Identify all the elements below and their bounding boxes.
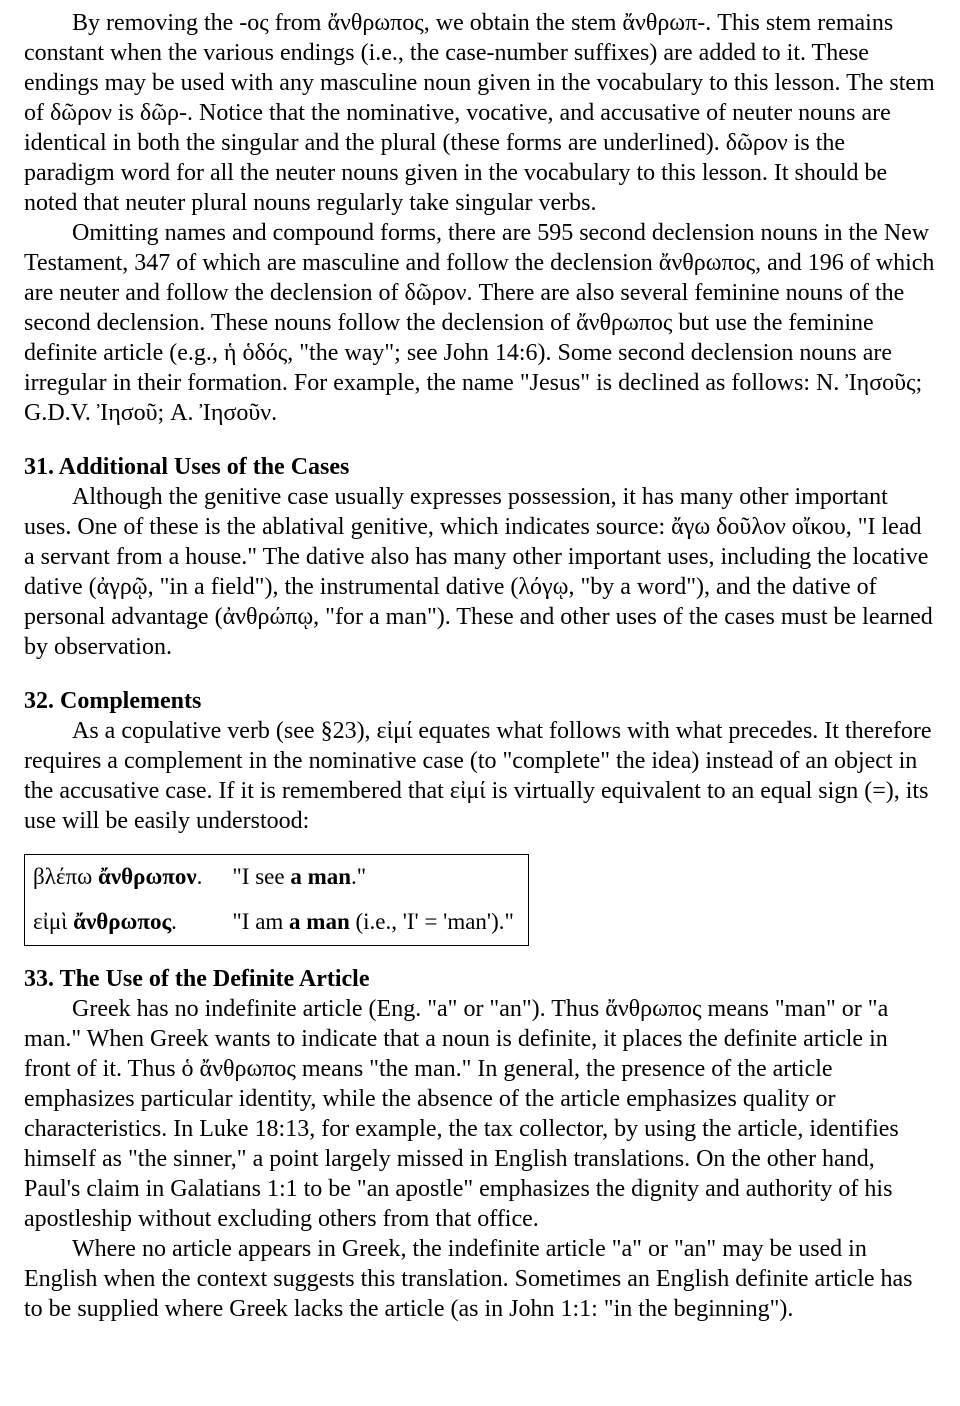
- example-english: "I am a man (i.e., 'I' = 'man').": [224, 900, 528, 945]
- section-31-body: Although the genitive case usually expre…: [24, 482, 936, 662]
- english-bold: a man: [290, 864, 351, 889]
- table-row: βλέπω ἄνθρωπον. "I see a man.": [25, 855, 529, 900]
- example-greek: βλέπω ἄνθρωπον.: [25, 855, 225, 900]
- section-32-heading: 32. Complements: [24, 686, 936, 716]
- greek-text: .: [197, 864, 203, 889]
- english-bold: a man: [289, 909, 350, 934]
- english-text: .": [351, 864, 366, 889]
- section-33-body-2: Where no article appears in Greek, the i…: [24, 1234, 936, 1324]
- greek-text: εἰμὶ: [33, 909, 73, 934]
- greek-text: βλέπω: [33, 864, 98, 889]
- example-english: "I see a man.": [224, 855, 528, 900]
- section-31-heading: 31. Additional Uses of the Cases: [24, 452, 936, 482]
- intro-paragraph-2: Omitting names and compound forms, there…: [24, 218, 936, 428]
- greek-text: .: [171, 909, 177, 934]
- example-greek: εἰμὶ ἄνθρωπος.: [25, 900, 225, 945]
- english-text: "I see: [232, 864, 290, 889]
- complements-example-table: βλέπω ἄνθρωπον. "I see a man." εἰμὶ ἄνθρ…: [24, 854, 529, 946]
- english-text: "I am: [232, 909, 289, 934]
- section-33-body-1: Greek has no indefinite article (Eng. "a…: [24, 994, 936, 1234]
- section-33-heading: 33. The Use of the Definite Article: [24, 964, 936, 994]
- table-row: εἰμὶ ἄνθρωπος. "I am a man (i.e., 'I' = …: [25, 900, 529, 945]
- greek-bold: ἄνθρωπον: [98, 864, 197, 889]
- greek-bold: ἄνθρωπος: [73, 909, 171, 934]
- english-text: (i.e., 'I' = 'man').": [350, 909, 514, 934]
- intro-paragraph-1: By removing the -ος from ἄνθρωπος, we ob…: [24, 8, 936, 218]
- section-32-body: As a copulative verb (see §23), εἰμί equ…: [24, 716, 936, 836]
